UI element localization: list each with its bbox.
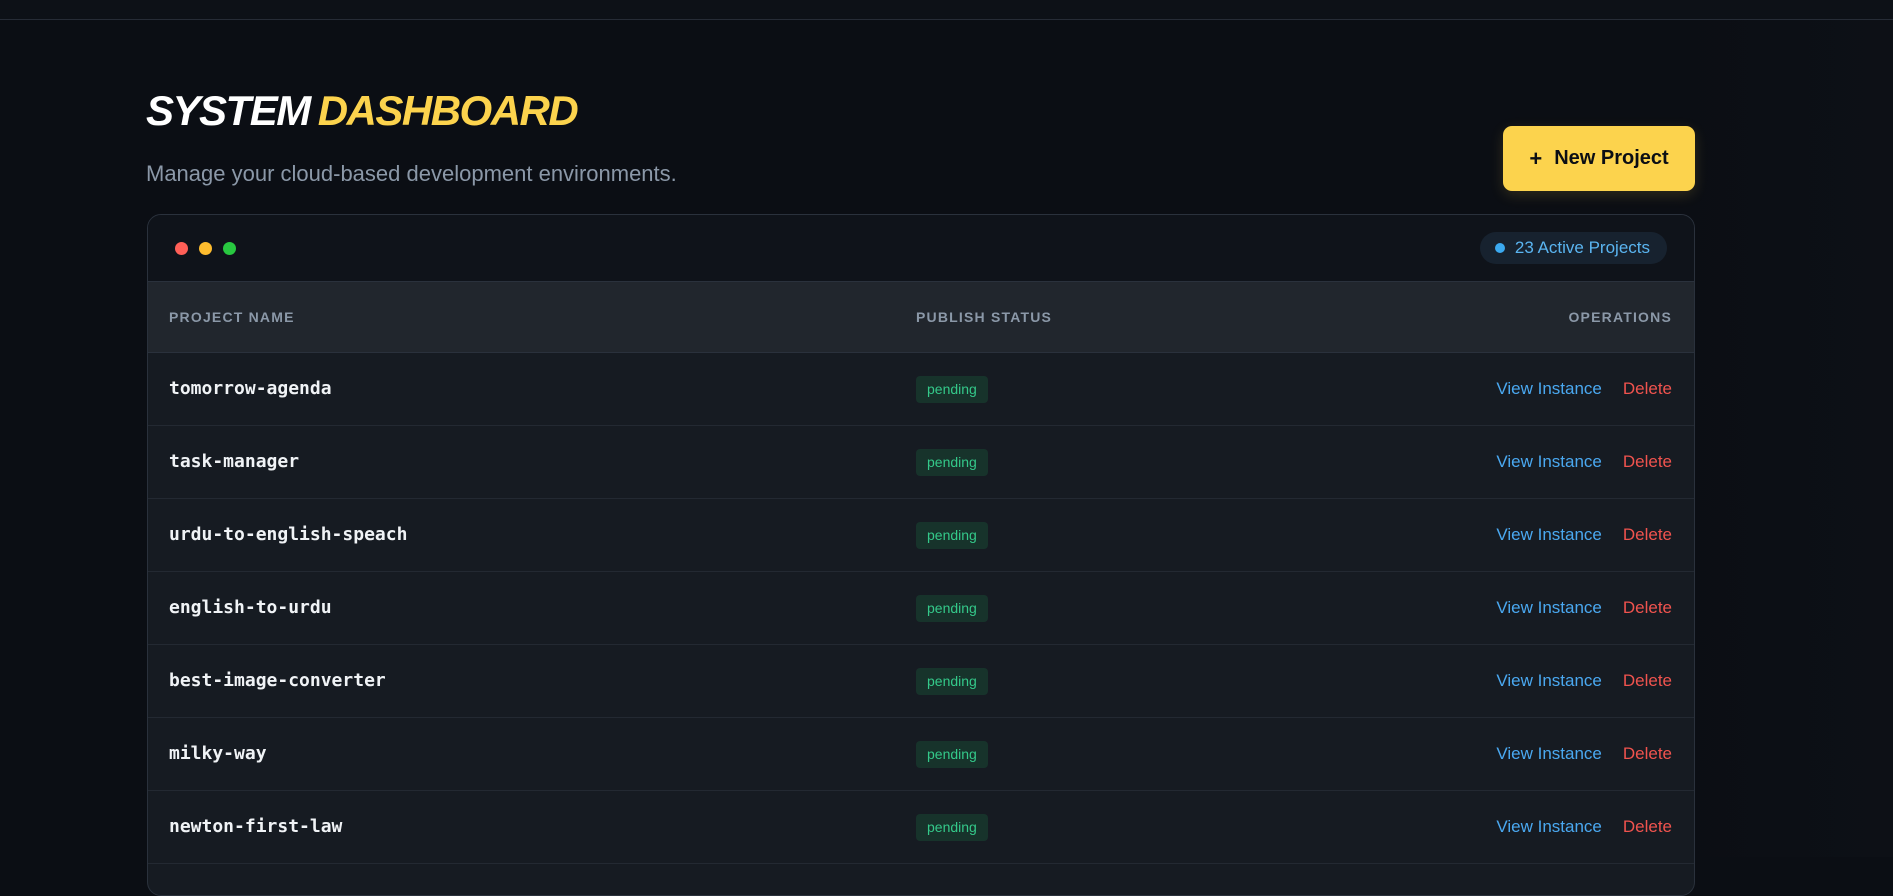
table-row: best-image-converter pending View Instan… <box>148 645 1694 718</box>
page-title-accent: DASHBOARD <box>317 87 579 134</box>
delete-link[interactable]: Delete <box>1623 525 1672 545</box>
project-name: newton-first-law <box>169 816 343 837</box>
table-row: tomorrow-agenda pending View Instance De… <box>148 353 1694 426</box>
view-instance-link[interactable]: View Instance <box>1496 744 1602 764</box>
new-project-button[interactable]: + New Project <box>1503 126 1695 191</box>
top-bar <box>0 0 1893 20</box>
status-badge: pending <box>916 814 988 841</box>
view-instance-link[interactable]: View Instance <box>1496 671 1602 691</box>
row-operations: View Instance Delete <box>1496 572 1672 644</box>
delete-link[interactable]: Delete <box>1623 744 1672 764</box>
view-instance-link[interactable]: View Instance <box>1496 379 1602 399</box>
table-header: PROJECT NAME PUBLISH STATUS OPERATIONS <box>148 282 1694 353</box>
page-subtitle: Manage your cloud-based development envi… <box>146 161 677 186</box>
page: SYSTEM DASHBOARD Manage your cloud-based … <box>0 20 1893 896</box>
page-header: SYSTEM DASHBOARD Manage your cloud-based … <box>146 86 1695 196</box>
page-title-primary: SYSTEM <box>146 87 311 134</box>
project-name: task-manager <box>169 451 300 472</box>
active-projects-badge: 23 Active Projects <box>1479 232 1667 264</box>
project-name: best-image-converter <box>169 670 386 691</box>
row-operations: View Instance Delete <box>1496 426 1672 498</box>
status-badge: pending <box>916 449 988 476</box>
row-operations: View Instance Delete <box>1496 791 1672 863</box>
status-dot-icon <box>1494 243 1505 253</box>
delete-link[interactable]: Delete <box>1623 671 1672 691</box>
window-dot-yellow-icon <box>199 242 212 255</box>
window-dot-green-icon <box>223 242 236 255</box>
project-name: tomorrow-agenda <box>169 378 332 399</box>
delete-link[interactable]: Delete <box>1623 379 1672 399</box>
table-row: english-to-urdu pending View Instance De… <box>148 572 1694 645</box>
view-instance-link[interactable]: View Instance <box>1496 598 1602 618</box>
column-header-publish-status: PUBLISH STATUS <box>916 309 1053 325</box>
delete-link[interactable]: Delete <box>1623 598 1672 618</box>
status-badge: pending <box>916 376 988 403</box>
table-row: urdu-to-english-speach pending View Inst… <box>148 499 1694 572</box>
project-name: urdu-to-english-speach <box>169 524 408 545</box>
status-badge: pending <box>916 595 988 622</box>
delete-link[interactable]: Delete <box>1623 817 1672 837</box>
table-body: tomorrow-agenda pending View Instance De… <box>148 353 1694 864</box>
project-name: english-to-urdu <box>169 597 332 618</box>
status-badge: pending <box>916 522 988 549</box>
view-instance-link[interactable]: View Instance <box>1496 525 1602 545</box>
project-name: milky-way <box>169 743 267 764</box>
panel-title-bar: 23 Active Projects <box>148 215 1694 282</box>
new-project-button-label: New Project <box>1554 147 1669 169</box>
row-operations: View Instance Delete <box>1496 718 1672 790</box>
table-row: newton-first-law pending View Instance D… <box>148 791 1694 864</box>
row-operations: View Instance Delete <box>1496 645 1672 717</box>
active-projects-label: 23 Active Projects <box>1514 238 1650 257</box>
row-operations: View Instance Delete <box>1496 353 1672 425</box>
column-header-project-name: PROJECT NAME <box>169 309 295 325</box>
status-badge: pending <box>916 741 988 768</box>
status-badge: pending <box>916 668 988 695</box>
plus-icon: + <box>1529 145 1543 171</box>
table-row: milky-way pending View Instance Delete <box>148 718 1694 791</box>
table-row: task-manager pending View Instance Delet… <box>148 426 1694 499</box>
projects-panel: 23 Active Projects PROJECT NAME PUBLISH … <box>147 214 1695 896</box>
column-header-operations: OPERATIONS <box>1568 309 1672 325</box>
window-dot-red-icon <box>175 242 188 255</box>
page-title: SYSTEM DASHBOARD <box>146 86 579 136</box>
delete-link[interactable]: Delete <box>1623 452 1672 472</box>
row-operations: View Instance Delete <box>1496 499 1672 571</box>
view-instance-link[interactable]: View Instance <box>1496 817 1602 837</box>
view-instance-link[interactable]: View Instance <box>1496 452 1602 472</box>
